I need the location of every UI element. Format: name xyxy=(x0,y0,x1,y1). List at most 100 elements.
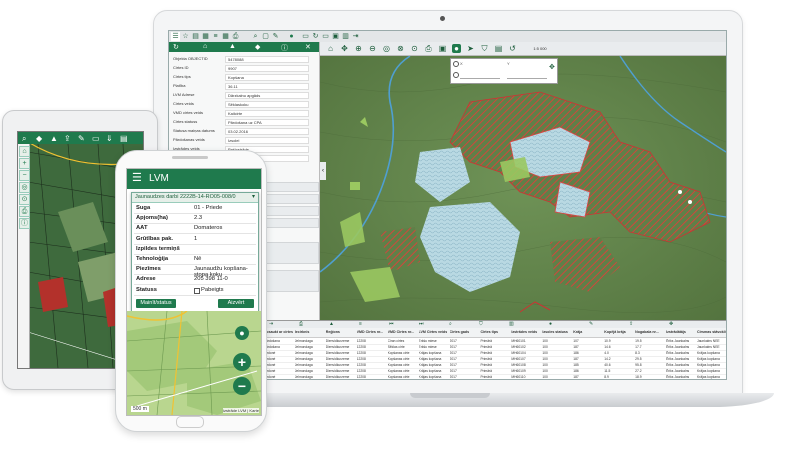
attribute-value[interactable]: 36.11 xyxy=(225,83,309,90)
print-icon[interactable]: ⎙ xyxy=(231,32,240,41)
x-input[interactable] xyxy=(460,72,500,79)
refresh-icon[interactable]: ↻ xyxy=(311,32,320,41)
grid-icon[interactable]: ▦ xyxy=(221,32,230,41)
attribute-value[interactable]: Kailcirte xyxy=(225,110,309,117)
attribute-value[interactable]: 5478088 xyxy=(225,56,309,63)
zoom-in-icon[interactable]: ⊕ xyxy=(354,44,363,53)
column-header[interactable]: Cirtes tips xyxy=(480,330,509,334)
phone-map[interactable]: 500 m izstrāde LVM | Karte ● + − xyxy=(127,311,261,415)
info-icon[interactable]: ⓘ xyxy=(281,43,288,53)
attribute-value[interactable]: 03.02.2016 xyxy=(225,128,309,135)
last-page-icon[interactable]: ⏭ xyxy=(419,321,424,327)
popup-field-value[interactable]: Domateros xyxy=(194,225,222,231)
search-icon[interactable]: ⌕ xyxy=(251,32,260,41)
column-header[interactable]: Nosaukt ar cirtes... xyxy=(264,330,293,334)
zoom-in-icon[interactable]: + xyxy=(19,158,30,169)
zoom-out-icon[interactable]: − xyxy=(19,170,30,181)
popup-field-value[interactable]: 1 xyxy=(194,236,197,242)
popup-field-value[interactable]: Nē xyxy=(194,256,201,262)
download-icon[interactable]: ⇓ xyxy=(106,134,113,143)
popup-field-value[interactable]: 2.3 xyxy=(194,215,202,221)
locate-pin-button[interactable]: ● xyxy=(235,326,249,340)
column-header[interactable]: VMD Cirtes nr... xyxy=(357,330,386,334)
column-header[interactable]: Izstrādes veids xyxy=(511,330,540,334)
attribute-value[interactable]: Pārdošana uz CPA xyxy=(225,119,309,126)
column-header[interactable]: Izsoles statuss xyxy=(542,330,571,334)
edit-icon[interactable]: ✎ xyxy=(78,134,85,143)
draw-icon[interactable]: ▣ xyxy=(438,44,447,53)
zoom-out-button[interactable]: − xyxy=(233,377,251,395)
refresh-icon[interactable]: ↻ xyxy=(173,43,179,51)
column-header[interactable]: VMD Cirtes nr... xyxy=(388,330,417,334)
info-icon[interactable]: ⓘ xyxy=(19,218,30,229)
location-pin-icon[interactable]: ● xyxy=(452,44,461,53)
attribute-value[interactable]: Sēklaskoku xyxy=(225,101,309,108)
popup-field-value[interactable]: 01 - Priede xyxy=(194,205,222,211)
home-icon[interactable]: ⌂ xyxy=(19,146,30,157)
globe-icon[interactable]: ⊗ xyxy=(396,44,405,53)
pin-icon[interactable]: ● xyxy=(287,32,296,41)
search-icon[interactable]: ⌕ xyxy=(22,134,26,144)
phone-home-button[interactable] xyxy=(176,416,204,428)
print-icon[interactable]: ⎙ xyxy=(299,321,303,327)
pan-icon[interactable]: ✥ xyxy=(340,44,349,53)
column-header[interactable]: LVM Cirtes veids xyxy=(419,330,448,334)
column-header[interactable]: Izstrādātājs xyxy=(666,330,695,334)
attribute-value[interactable]: Izsolei xyxy=(225,137,309,144)
chevron-down-icon[interactable]: ▾ xyxy=(252,193,255,200)
home-icon[interactable]: ⌂ xyxy=(326,44,335,53)
popup-field-value[interactable]: 205 398 11-0 xyxy=(194,276,228,282)
print-icon[interactable]: ⎙ xyxy=(19,206,30,217)
close-button[interactable]: Aizvērt xyxy=(218,299,254,308)
share-icon[interactable]: ⇪ xyxy=(629,321,633,327)
list-icon[interactable]: ≡ xyxy=(359,321,362,327)
bookmark-icon[interactable]: ▤ xyxy=(494,44,503,53)
locate-icon[interactable]: ◎ xyxy=(19,182,30,193)
first-page-icon[interactable]: ⏮ xyxy=(389,321,394,327)
layers-icon[interactable]: ▤ xyxy=(191,32,200,41)
tree-icon[interactable]: ▲ xyxy=(329,321,334,327)
popup-field-value[interactable]: Pabeigts xyxy=(201,287,224,293)
export-icon[interactable]: ⇥ xyxy=(269,321,273,327)
select-icon[interactable]: ➤ xyxy=(466,44,475,53)
column-header[interactable]: Reģions xyxy=(326,330,355,334)
hamburger-menu-icon[interactable]: ☰ xyxy=(132,173,142,184)
menu-icon[interactable]: ☰ xyxy=(171,32,180,41)
column-header[interactable]: Iecirknis xyxy=(295,330,324,334)
close-icon[interactable]: ✕ xyxy=(305,43,311,51)
document-icon[interactable]: ▤ xyxy=(120,134,128,143)
lock-icon[interactable]: ▢ xyxy=(261,32,270,41)
filter-icon[interactable]: ⛉ xyxy=(480,44,489,53)
zoom-extent-icon[interactable]: ◎ xyxy=(382,44,391,53)
column-header[interactable]: Cirsmas stāvoklis xyxy=(697,330,726,334)
column-header[interactable]: Nogabala nr... xyxy=(635,330,664,334)
attribute-value[interactable]: Dārzkalnu apgāds xyxy=(225,92,309,99)
change-status-button[interactable]: Mainīt/status xyxy=(136,299,176,308)
undo-icon[interactable]: ↺ xyxy=(508,44,517,53)
column-header[interactable]: Cirtes gads xyxy=(450,330,479,334)
attribute-value[interactable]: 9907 xyxy=(225,65,309,72)
zoom-in-button[interactable]: + xyxy=(233,353,251,371)
chart-icon[interactable]: ▥ xyxy=(509,321,514,327)
radio-latlon[interactable] xyxy=(453,72,459,78)
home-icon[interactable]: ⌂ xyxy=(203,43,207,50)
doc-icon[interactable]: ▭ xyxy=(301,32,310,41)
pin-icon[interactable]: ● xyxy=(549,321,552,327)
export-icon[interactable]: ⇥ xyxy=(351,32,360,41)
zoom-icon[interactable]: ⌕ xyxy=(449,321,452,327)
edit-icon[interactable]: ✎ xyxy=(271,32,280,41)
radio-xy[interactable] xyxy=(453,61,459,67)
collapse-panel-icon[interactable]: ‹ xyxy=(320,162,326,180)
tree-icon[interactable]: ▲ xyxy=(50,134,58,143)
zoom-out-icon[interactable]: ⊖ xyxy=(368,44,377,53)
map-view[interactable]: ⌂ ✥ ⊕ ⊖ ◎ ⊗ ⊙ ⎙ ▣ ● ➤ ⛉ ▤ ↺ 1:5 000 X Y … xyxy=(320,42,726,320)
crosshair-icon[interactable]: ✥ xyxy=(549,63,555,71)
expand-icon[interactable]: ✥ xyxy=(669,321,673,327)
y-input[interactable] xyxy=(507,72,547,79)
edit-icon[interactable]: ✎ xyxy=(589,321,593,327)
layers-icon[interactable]: ◆ xyxy=(36,134,42,143)
measure-icon[interactable]: ⊙ xyxy=(410,44,419,53)
column-header[interactable]: Krāja xyxy=(573,330,602,334)
list-icon[interactable]: ≡ xyxy=(211,32,220,41)
share-icon[interactable]: ⇪ xyxy=(64,134,71,143)
